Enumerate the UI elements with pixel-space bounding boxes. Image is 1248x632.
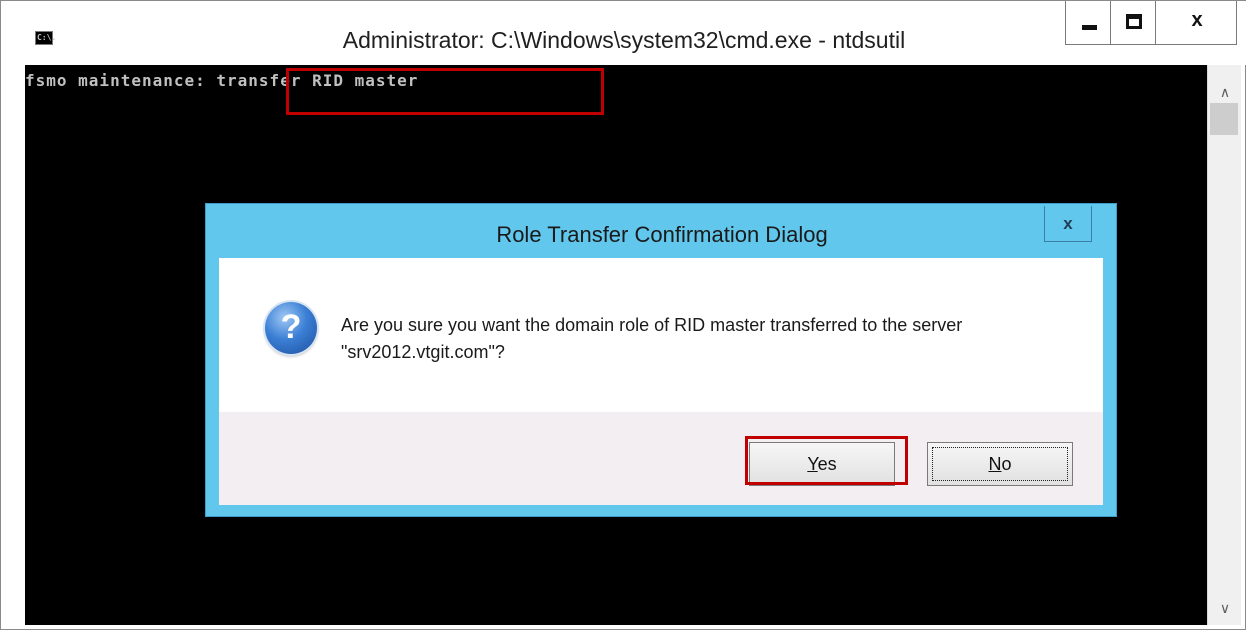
no-label-rest: o [1001,453,1012,474]
dialog-close-icon: x [1063,214,1073,233]
window-title: Administrator: C:\Windows\system32\cmd.e… [342,27,906,53]
dialog-message: Are you sure you want the domain role of… [341,315,963,362]
minimize-button[interactable] [1065,1,1111,45]
no-hotkey: N [988,453,1002,474]
close-button[interactable]: x [1155,1,1237,45]
console-prompt: fsmo maintenance: [25,71,217,90]
yes-highlight-box [745,436,908,485]
maximize-icon [1126,14,1142,29]
no-button[interactable]: No [927,442,1073,486]
dialog-title: Role Transfer Confirmation Dialog [496,222,828,247]
question-icon: ? [265,302,317,354]
maximize-button[interactable] [1110,1,1156,45]
no-button-label: No [988,454,1011,475]
dialog-close-button[interactable]: x [1044,206,1092,242]
vertical-scrollbar[interactable]: ∧ ∨ [1207,65,1241,625]
scroll-thumb[interactable] [1210,103,1238,135]
title-bar[interactable]: C:\. Administrator: C:\Windows\system32\… [1,1,1247,65]
question-icon-glyph: ? [280,308,302,346]
scroll-down-icon[interactable]: ∨ [1208,593,1242,625]
minimize-icon [1082,25,1097,30]
role-transfer-dialog: Role Transfer Confirmation Dialog x ? Ar… [205,203,1117,517]
dialog-footer: Yes No [219,412,1103,505]
dialog-body: ? Are you sure you want the domain role … [219,258,1103,412]
caption-buttons: x [1065,1,1237,45]
command-highlight-box [286,68,604,115]
close-icon: x [1191,9,1203,31]
